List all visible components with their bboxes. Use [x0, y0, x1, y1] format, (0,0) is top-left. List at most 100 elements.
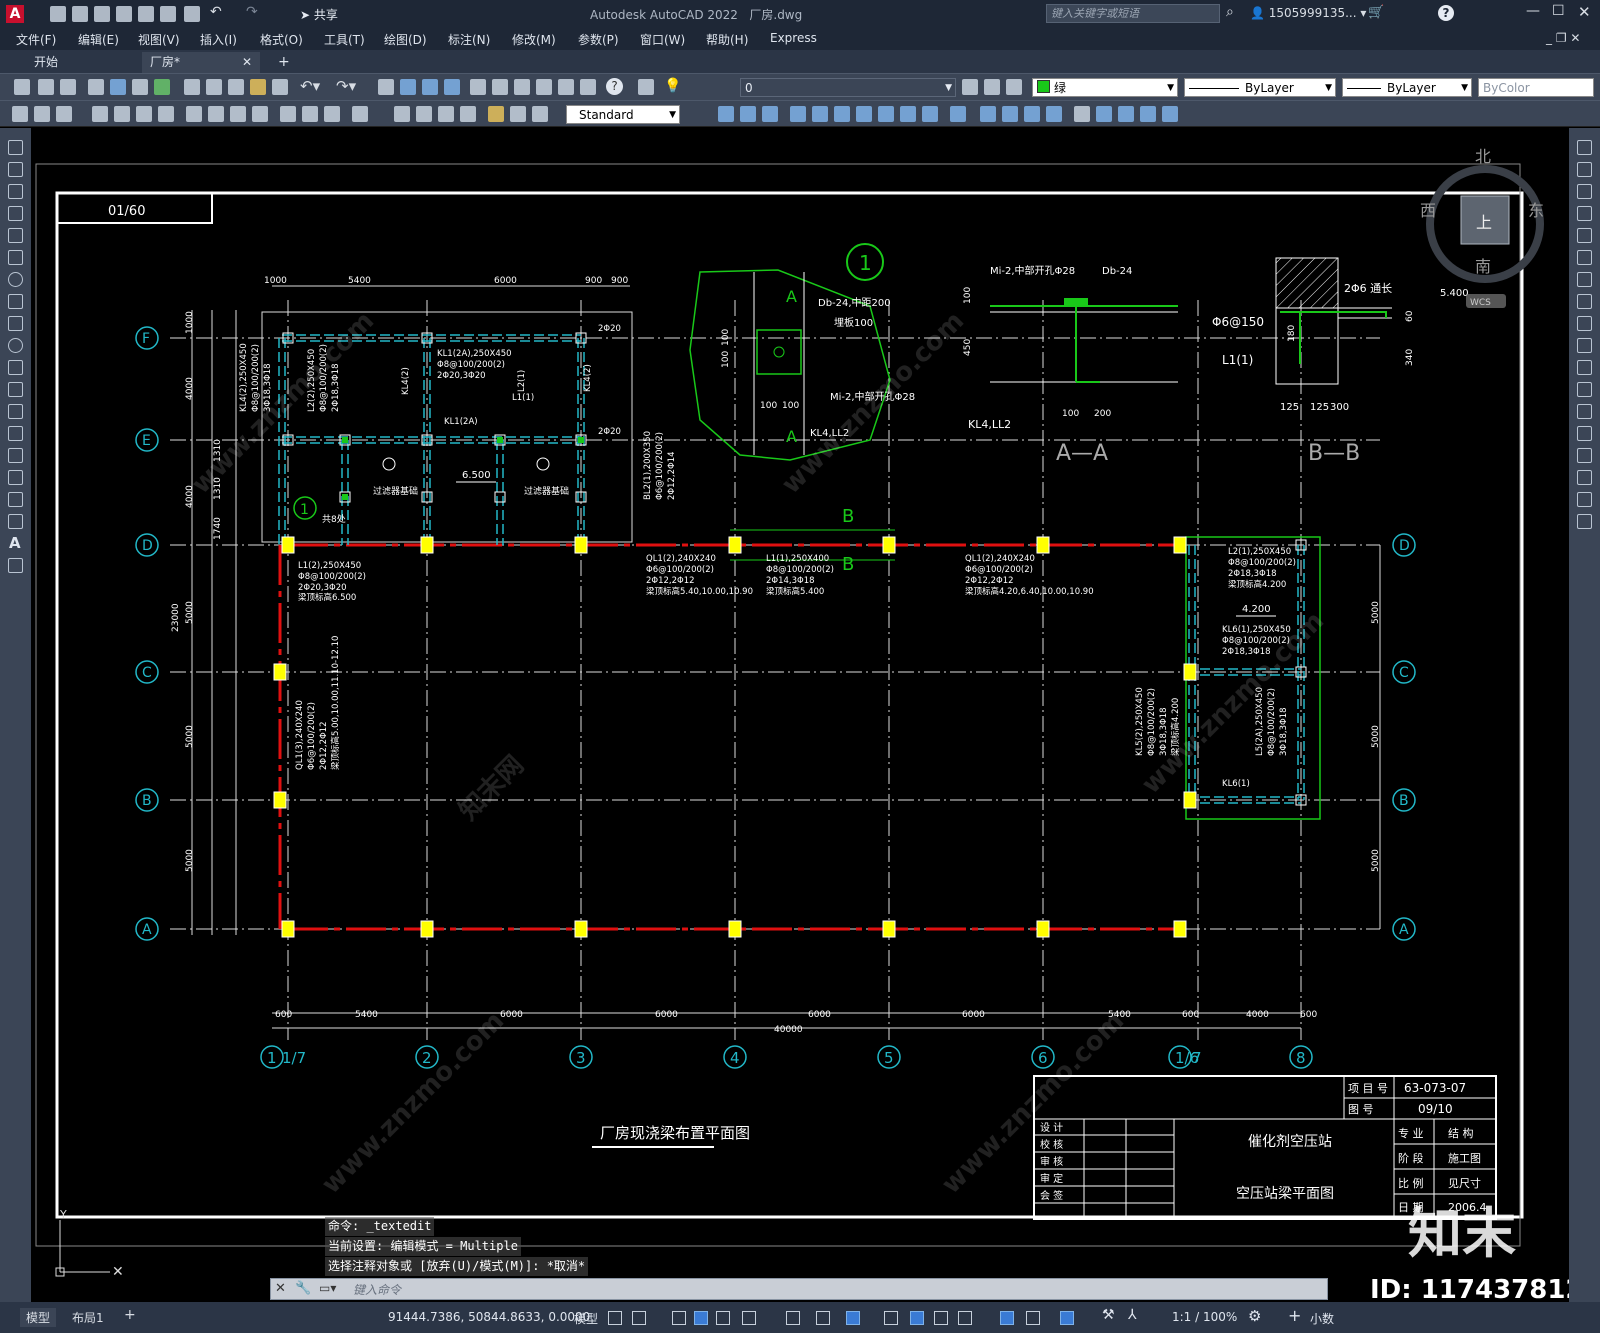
zoom-window-icon[interactable] [422, 79, 438, 95]
pan-icon[interactable] [378, 79, 394, 95]
layer-state-icon[interactable] [1006, 79, 1022, 95]
region-icon[interactable] [8, 492, 23, 507]
flatshot-icon[interactable] [1096, 106, 1112, 122]
dim-diameter-icon[interactable] [158, 106, 174, 122]
tolerance-icon[interactable] [324, 106, 340, 122]
lineweight-icon[interactable] [884, 1311, 898, 1325]
dimstyle-dropdown[interactable]: Standard ▼ [566, 105, 680, 124]
dim-arc-icon[interactable] [56, 106, 72, 122]
dynamic-input-icon[interactable] [694, 1311, 708, 1325]
make-block-icon[interactable] [8, 404, 23, 419]
new-icon[interactable] [50, 6, 66, 22]
drawing-canvas[interactable]: 01/60 BB 1 1/7 2 3 4 5 6 1/6 7 8 F E D D C C B B A A 600 540… [31, 128, 1569, 1302]
table-icon[interactable] [8, 514, 23, 529]
polar-icon[interactable] [742, 1311, 756, 1325]
erase-icon[interactable] [1577, 140, 1592, 155]
revolve-icon[interactable] [878, 106, 894, 122]
command-input[interactable]: 键入命令 [353, 1281, 401, 1298]
subtract-icon[interactable] [980, 106, 996, 122]
layer-previous-icon[interactable] [984, 79, 1000, 95]
search-box[interactable]: 键入关键字或短语 [1046, 4, 1220, 23]
dim-aligned-icon[interactable] [34, 106, 50, 122]
menu-format[interactable]: 格式(O) [260, 31, 303, 48]
open-file-icon[interactable] [38, 79, 54, 95]
cut-icon[interactable] [184, 79, 200, 95]
rectangle-icon[interactable] [8, 228, 23, 243]
menu-edit[interactable]: 编辑(E) [78, 31, 119, 48]
cart-icon[interactable]: 🛒 [1368, 5, 1384, 20]
viewcube[interactable]: 上 北 南 西 东 WCS [1420, 147, 1544, 308]
camera-icon[interactable] [1118, 106, 1134, 122]
arc-icon[interactable] [8, 250, 23, 265]
search-icon[interactable]: ⌕ [1226, 4, 1234, 20]
dim-style-icon[interactable] [510, 106, 526, 122]
publish-file-icon[interactable] [132, 79, 148, 95]
plot-file-icon[interactable] [88, 79, 104, 95]
mtext-icon[interactable]: A [9, 534, 21, 552]
sweep-icon[interactable] [900, 106, 916, 122]
scale-icon[interactable] [1577, 294, 1592, 309]
dim-quick-icon[interactable] [208, 106, 224, 122]
intersect-icon[interactable] [1002, 106, 1018, 122]
help-toolbar-icon[interactable]: ? [606, 78, 623, 95]
offset-icon[interactable] [1577, 206, 1592, 221]
line-icon[interactable] [8, 140, 23, 155]
extend-icon[interactable] [1577, 360, 1592, 375]
tab-start[interactable]: 开始 [26, 52, 138, 73]
menu-insert[interactable]: 插入(I) [200, 31, 237, 48]
lineweight-dropdown[interactable]: ByLayer ▼ [1342, 78, 1472, 97]
lightbulb-icon[interactable]: 💡 [664, 78, 681, 94]
annotation-scale[interactable]: 1:1 / 100% [1172, 1310, 1237, 1324]
redo-icon[interactable]: ↷ [246, 4, 258, 20]
jogged-linear-icon[interactable] [416, 106, 432, 122]
units[interactable]: 小数 [1310, 1310, 1334, 1327]
otrack-icon[interactable] [816, 1311, 830, 1325]
slice-icon[interactable] [1046, 106, 1062, 122]
shell-icon[interactable] [1024, 106, 1040, 122]
menu-window[interactable]: 窗口(W) [640, 31, 685, 48]
redo-arrow-icon[interactable]: ↷▾ [336, 77, 356, 95]
snap-icon[interactable] [632, 1311, 646, 1325]
dim-space-icon[interactable] [280, 106, 296, 122]
layout-tab-1[interactable]: 布局1 [72, 1309, 104, 1326]
share-button[interactable]: ➤ 共享 [300, 6, 338, 23]
doc-window-controls[interactable]: _ ❐ ✕ [1546, 31, 1580, 45]
polygon-icon[interactable] [8, 206, 23, 221]
blend-icon[interactable] [1577, 492, 1592, 507]
menu-modify[interactable]: 修改(M) [512, 31, 556, 48]
zoom-previous-icon[interactable] [444, 79, 460, 95]
stretch-icon[interactable] [1577, 316, 1592, 331]
solid-cylinder-icon[interactable] [812, 106, 828, 122]
tab-drawing[interactable]: 厂房* ✕ [142, 52, 260, 73]
save-icon[interactable] [94, 6, 110, 22]
copy-object-icon[interactable] [1577, 162, 1592, 177]
ortho-icon[interactable] [716, 1311, 730, 1325]
close-button[interactable]: ✕ [1578, 3, 1591, 21]
gear-icon[interactable]: ⚙ [1248, 1307, 1261, 1325]
dynamic-ucs-icon[interactable] [1000, 1311, 1014, 1325]
explode-icon[interactable] [1577, 514, 1592, 529]
dim-linear-icon[interactable] [12, 106, 28, 122]
properties-icon[interactable] [470, 79, 486, 95]
break-point-icon[interactable] [1577, 382, 1592, 397]
fly-icon[interactable] [1162, 106, 1178, 122]
3dosnap-icon[interactable] [958, 1311, 972, 1325]
menu-help[interactable]: 帮助(H) [706, 31, 748, 48]
move-icon[interactable] [1577, 250, 1592, 265]
menu-dimension[interactable]: 标注(N) [448, 31, 490, 48]
add-layout-button[interactable]: + [124, 1307, 136, 1323]
match-prop-icon[interactable] [250, 79, 266, 95]
hatch-icon[interactable] [8, 448, 23, 463]
rotate-icon[interactable] [1577, 272, 1592, 287]
extrude-icon[interactable] [856, 106, 872, 122]
minimize-button[interactable]: — [1526, 3, 1540, 19]
dim-edit-icon[interactable] [438, 106, 454, 122]
osnap-icon[interactable] [846, 1311, 860, 1325]
solid-sphere-icon[interactable] [790, 106, 806, 122]
design-center-icon[interactable] [492, 79, 508, 95]
linetype-dropdown[interactable]: ByLayer ▼ [1184, 78, 1336, 97]
union-icon[interactable] [950, 106, 966, 122]
color-dropdown[interactable]: 绿 ▼ [1032, 78, 1178, 97]
circle-icon[interactable] [8, 272, 23, 287]
chamfer-icon[interactable] [1577, 448, 1592, 463]
